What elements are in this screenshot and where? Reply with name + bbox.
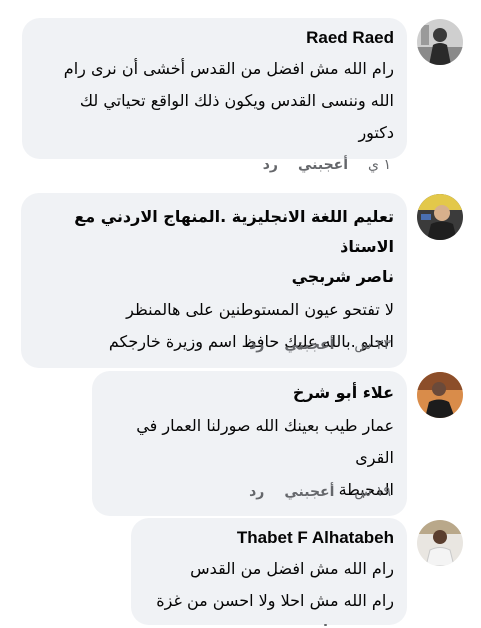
cut-off-action-text bbox=[324, 624, 327, 626]
avatar[interactable] bbox=[417, 194, 463, 240]
like-button[interactable]: أعجبني bbox=[298, 157, 348, 173]
comment-text-line: دكتور bbox=[358, 123, 394, 142]
like-button[interactable]: أعجبني bbox=[284, 484, 334, 500]
comment-actions: ٢٣ س أعجبني رد bbox=[249, 337, 391, 353]
comment-author-line: ناصر شربجي bbox=[291, 267, 394, 286]
comment-author[interactable]: تعليم اللغة الانجليزية .المنهاج الاردني … bbox=[35, 202, 394, 292]
reply-button[interactable]: رد bbox=[249, 337, 264, 353]
reply-button[interactable]: رد bbox=[249, 484, 264, 500]
reply-button[interactable]: رد bbox=[263, 157, 278, 173]
avatar[interactable] bbox=[417, 372, 463, 418]
comment: Thabet F Alhatabeh رام الله مش افضل من ا… bbox=[18, 518, 463, 628]
like-button[interactable]: أعجبني bbox=[284, 337, 334, 353]
comment-bubble: Thabet F Alhatabeh رام الله مش افضل من ا… bbox=[131, 518, 407, 625]
comment: علاء أبو شرخ عمار طيب بعينك الله صورلنا … bbox=[18, 371, 463, 516]
comment-author[interactable]: علاء أبو شرخ bbox=[106, 380, 394, 406]
comment-text-line: رام الله مش افضل من القدس bbox=[190, 559, 394, 578]
comment-actions: ١ ي أعجبني رد bbox=[263, 157, 391, 173]
comment-text-line: لا تفتحو عيون المستوطنين على هالمنظر bbox=[126, 300, 394, 319]
comment-text-line: رام الله مش افضل من القدس أخشى أن نرى را… bbox=[63, 59, 394, 78]
comment-text-line: الله وننسى القدس ويكون ذلك الواقع تحياتي… bbox=[79, 91, 394, 110]
comment-bubble: Raed Raed رام الله مش افضل من القدس أخشى… bbox=[22, 18, 407, 159]
comment-text-line: رام الله مش احلا ولا احسن من غزة bbox=[156, 591, 394, 610]
comment-time[interactable]: ١ ي bbox=[368, 157, 391, 173]
avatar[interactable] bbox=[417, 520, 463, 566]
comment-author[interactable]: Raed Raed bbox=[36, 27, 394, 49]
comment-time[interactable]: ٢٣ س bbox=[354, 337, 391, 353]
comment: تعليم اللغة الانجليزية .المنهاج الاردني … bbox=[18, 193, 463, 368]
comment-author-line: تعليم اللغة الانجليزية .المنهاج الاردني … bbox=[74, 207, 394, 256]
comment: Raed Raed رام الله مش افضل من القدس أخشى… bbox=[18, 18, 463, 198]
comment-actions: ١٩ س أعجبني رد bbox=[249, 484, 391, 500]
comment-author[interactable]: Thabet F Alhatabeh bbox=[145, 527, 394, 549]
comment-time[interactable]: ١٩ س bbox=[354, 484, 391, 500]
comment-text-line: عمار طيب بعينك الله صورلنا العمار في الق… bbox=[136, 416, 394, 467]
avatar[interactable] bbox=[417, 19, 463, 65]
